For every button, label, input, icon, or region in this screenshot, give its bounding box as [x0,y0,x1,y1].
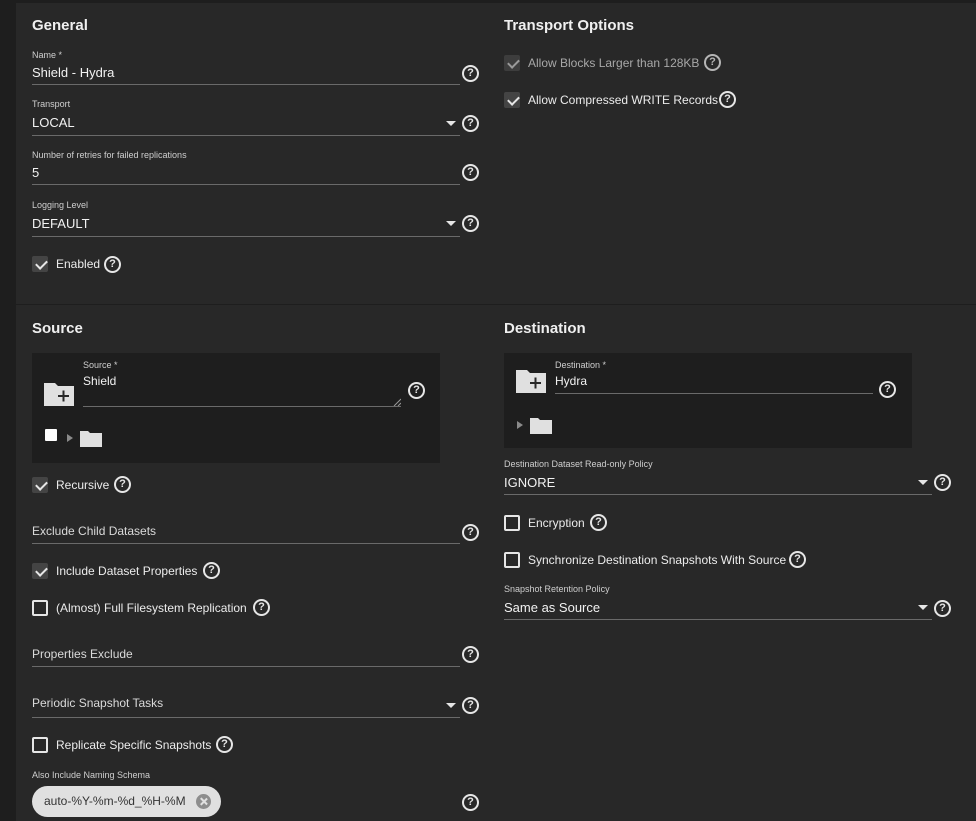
name-underline [32,84,460,85]
chip-text: auto-%Y-%m-%d_%H-%M [44,794,186,808]
full-filesystem-checkbox[interactable] [32,600,48,616]
help-icon[interactable]: ? [462,115,479,132]
name-label: Name * [32,50,63,60]
source-node-checkbox[interactable] [45,429,57,441]
help-icon[interactable]: ? [462,524,479,541]
exclude-child-underline [32,543,460,544]
retries-label: Number of retries for failed replication… [32,150,187,160]
help-icon[interactable]: ? [704,54,721,71]
sync-snapshots-label: Synchronize Destination Snapshots With S… [528,553,787,567]
readonly-policy-label: Destination Dataset Read-only Policy [504,459,653,469]
replicate-specific-label: Replicate Specific Snapshots [56,738,212,752]
retention-policy-select[interactable]: Same as Source [504,600,600,615]
caret-down-icon[interactable] [918,480,928,485]
include-properties-checkbox[interactable] [32,563,48,579]
retries-input[interactable]: 5 [32,165,39,180]
caret-down-icon[interactable] [918,605,928,610]
encryption-checkbox[interactable] [504,515,520,531]
remove-chip-icon[interactable] [196,794,211,809]
help-icon[interactable]: ? [216,736,233,753]
help-icon[interactable]: ? [462,65,479,82]
help-icon[interactable]: ? [462,794,479,811]
exclude-child-datasets-input[interactable]: Exclude Child Datasets [32,524,156,538]
source-label: Source * [83,360,118,370]
sync-snapshots-checkbox[interactable] [504,552,520,568]
help-icon[interactable]: ? [462,646,479,663]
general-title: General [32,17,88,34]
source-title: Source [32,320,83,337]
full-filesystem-label: (Almost) Full Filesystem Replication [56,601,247,615]
allow-large-blocks-checkbox[interactable] [504,55,520,71]
encryption-label: Encryption [528,516,585,530]
help-icon[interactable]: ? [879,381,896,398]
readonly-policy-select[interactable]: IGNORE [504,475,555,490]
chevron-right-icon[interactable] [517,421,524,429]
source-underline [83,406,401,407]
enabled-label: Enabled [56,257,101,271]
help-icon[interactable]: ? [114,476,131,493]
transport-select[interactable]: LOCAL [32,115,75,130]
caret-down-icon[interactable] [446,121,456,126]
chevron-right-icon[interactable] [67,434,74,442]
help-icon[interactable]: ? [253,599,270,616]
help-icon[interactable]: ? [462,697,479,714]
source-input[interactable]: Shield [83,374,116,388]
destination-underline [555,393,873,394]
recursive-label: Recursive [56,478,110,492]
readonly-policy-underline [504,494,932,495]
folder-icon [530,418,552,434]
allow-large-blocks-label: Allow Blocks Larger than 128KB [528,56,700,70]
destination-label: Destination * [555,360,607,370]
help-icon[interactable]: ? [590,514,607,531]
replicate-specific-checkbox[interactable] [32,737,48,753]
folder-plus-icon[interactable] [43,381,75,407]
name-input[interactable]: Shield - Hydra [32,65,114,80]
help-icon[interactable]: ? [203,562,220,579]
logging-select[interactable]: DEFAULT [32,216,90,231]
allow-compressed-checkbox[interactable] [504,92,520,108]
help-icon[interactable]: ? [934,474,951,491]
destination-input[interactable]: Hydra [555,374,587,388]
retention-policy-label: Snapshot Retention Policy [504,584,610,594]
caret-down-icon[interactable] [446,221,456,226]
resize-handle-icon[interactable] [393,398,401,406]
transport-options-title: Transport Options [504,17,635,34]
help-icon[interactable]: ? [934,600,951,617]
properties-exclude-input[interactable]: Properties Exclude [32,647,133,661]
logging-underline [32,236,460,237]
replication-form-page: General Name * Shield - Hydra ? Transpor… [0,0,976,821]
periodic-underline [32,717,460,718]
include-properties-label: Include Dataset Properties [56,564,198,578]
help-icon[interactable]: ? [789,551,806,568]
folder-icon [80,431,102,447]
allow-compressed-label: Allow Compressed WRITE Records [528,93,719,107]
transport-underline [32,135,460,136]
logging-label: Logging Level [32,200,89,210]
help-icon[interactable]: ? [719,91,736,108]
transport-label: Transport [32,99,71,109]
help-icon[interactable]: ? [104,256,121,273]
recursive-checkbox[interactable] [32,477,48,493]
enabled-checkbox[interactable] [32,256,48,272]
retries-underline [32,184,460,185]
periodic-snapshot-select[interactable]: Periodic Snapshot Tasks [32,696,163,710]
caret-down-icon[interactable] [446,703,456,708]
folder-plus-icon[interactable] [515,368,547,394]
help-icon[interactable]: ? [408,382,425,399]
section-divider [16,304,976,305]
help-icon[interactable]: ? [462,215,479,232]
properties-exclude-underline [32,666,460,667]
naming-schema-label: Also Include Naming Schema [32,770,151,780]
naming-schema-chip[interactable]: auto-%Y-%m-%d_%H-%M [32,786,221,817]
retention-policy-underline [504,619,932,620]
help-icon[interactable]: ? [462,164,479,181]
destination-title: Destination [504,320,586,337]
